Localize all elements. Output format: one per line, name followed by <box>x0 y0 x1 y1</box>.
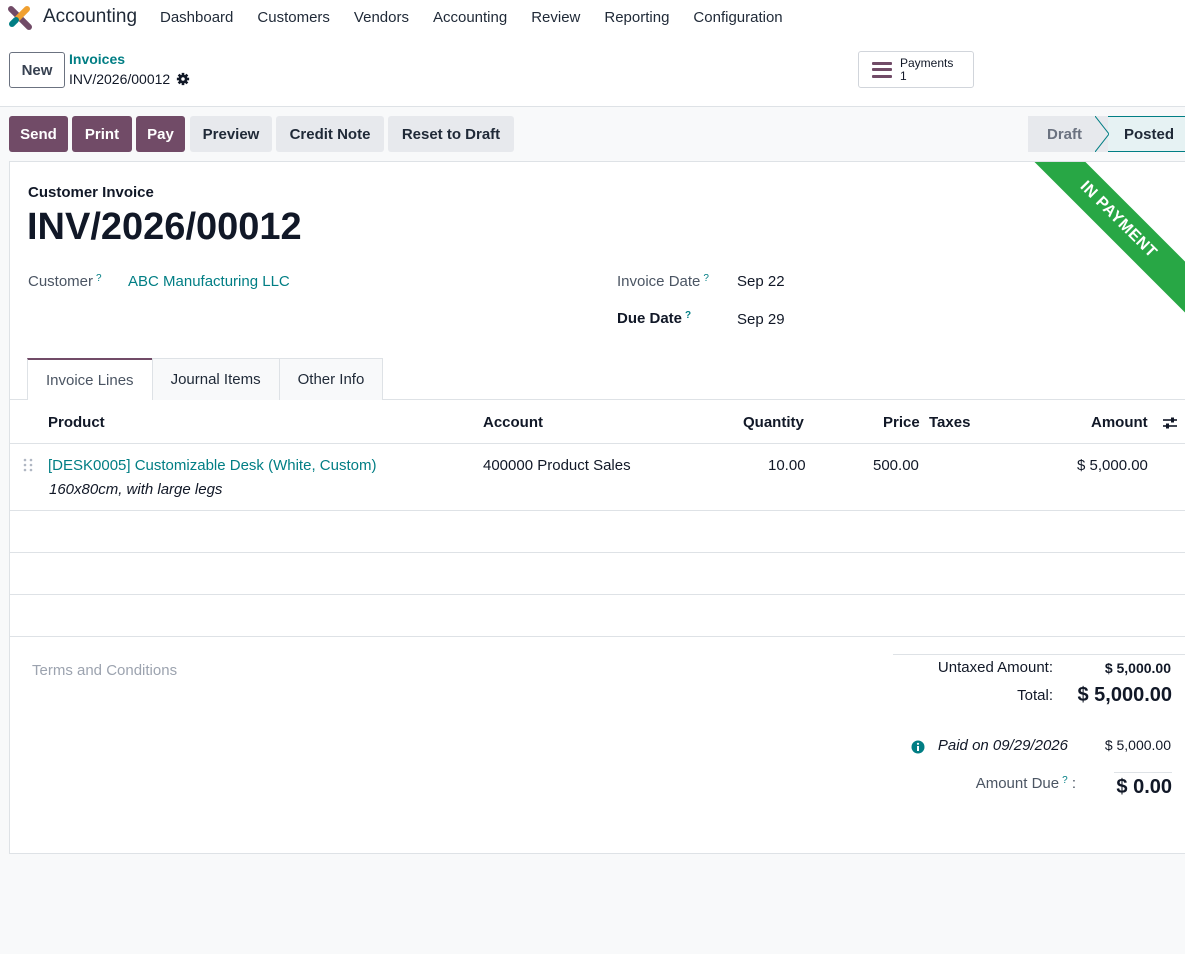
payment-line-value: $ 5,000.00 <box>1104 737 1171 753</box>
column-settings-icon[interactable] <box>1162 415 1178 431</box>
amount-due-label: Amount Due? : <box>975 775 1076 792</box>
due-date-field[interactable]: Sep 29 <box>737 311 785 328</box>
quantity-cell[interactable]: 10.00 <box>768 457 806 474</box>
tab-other-info[interactable]: Other Info <box>278 358 384 400</box>
menu-configuration[interactable]: Configuration <box>681 0 794 36</box>
total-value: $ 5,000.00 <box>1077 684 1172 706</box>
action-bar: Send Print Pay Preview Credit Note Reset… <box>0 107 1185 161</box>
product-cell[interactable]: [DESK0005] Customizable Desk (White, Cus… <box>48 457 376 474</box>
new-button[interactable]: New <box>9 52 65 88</box>
payment-line-label: Paid on 09/29/2026 <box>937 737 1068 754</box>
due-date-label: Due Date? <box>617 310 692 327</box>
column-product[interactable]: Product <box>48 414 105 431</box>
menu-customers[interactable]: Customers <box>245 0 342 36</box>
smart-button-count: 1 <box>900 68 907 83</box>
payments-smart-button[interactable]: Payments 1 <box>858 51 974 88</box>
in-payment-ribbon: IN PAYMENT <box>1013 162 1185 325</box>
send-button[interactable]: Send <box>9 116 68 152</box>
notebook-tabs: Invoice Lines Journal Items Other Info <box>27 358 384 400</box>
pay-button[interactable]: Pay <box>136 116 185 152</box>
column-account[interactable]: Account <box>483 414 543 431</box>
control-panel: New Invoices INV/2026/00012 Payments 1 <box>0 36 1185 107</box>
invoice-number: INV/2026/00012 <box>27 206 302 248</box>
untaxed-amount-label: Untaxed Amount: <box>937 659 1053 676</box>
invoice-date-label: Invoice Date? <box>617 273 709 290</box>
help-icon[interactable]: ? <box>685 310 691 321</box>
preview-button[interactable]: Preview <box>190 116 272 152</box>
drag-handle-icon[interactable] <box>23 458 33 472</box>
menu-vendors[interactable]: Vendors <box>342 0 421 36</box>
tab-journal-items[interactable]: Journal Items <box>151 358 280 400</box>
invoice-date-field[interactable]: Sep 22 <box>737 273 785 290</box>
gear-icon[interactable] <box>176 72 190 86</box>
credit-note-button[interactable]: Credit Note <box>276 116 384 152</box>
status-arrow <box>1095 116 1109 152</box>
description-cell[interactable]: 160x80cm, with large legs <box>49 481 222 498</box>
reset-to-draft-button[interactable]: Reset to Draft <box>388 116 514 152</box>
breadcrumb: INV/2026/00012 <box>69 71 190 87</box>
menu-dashboard[interactable]: Dashboard <box>148 0 245 36</box>
column-price[interactable]: Price <box>883 414 920 431</box>
customer-field[interactable]: ABC Manufacturing LLC <box>128 273 290 290</box>
top-navbar: Accounting Dashboard Customers Vendors A… <box>0 0 1185 36</box>
document-type: Customer Invoice <box>28 184 154 201</box>
status-posted[interactable]: Posted <box>1108 116 1185 152</box>
column-amount[interactable]: Amount <box>1091 414 1148 431</box>
tab-invoice-lines[interactable]: Invoice Lines <box>27 358 153 400</box>
print-button[interactable]: Print <box>72 116 132 152</box>
amount-cell[interactable]: $ 5,000.00 <box>1077 457 1148 474</box>
amount-due-value: $ 0.00 <box>1116 776 1172 798</box>
form-sheet: IN PAYMENT Customer Invoice INV/2026/000… <box>9 161 1185 854</box>
price-cell[interactable]: 500.00 <box>873 457 919 474</box>
accounting-app-icon[interactable] <box>8 6 32 30</box>
menu-review[interactable]: Review <box>519 0 592 36</box>
customer-label: Customer? <box>28 273 102 290</box>
help-icon[interactable]: ? <box>703 273 709 284</box>
breadcrumb-current: INV/2026/00012 <box>69 71 171 87</box>
column-taxes[interactable]: Taxes <box>929 414 970 431</box>
smart-button-label: Payments <box>900 55 954 70</box>
main-menu: Dashboard Customers Vendors Accounting R… <box>148 0 795 36</box>
breadcrumb-invoices[interactable]: Invoices <box>69 51 125 67</box>
total-label: Total: <box>1017 687 1053 704</box>
app-name[interactable]: Accounting <box>43 6 137 28</box>
untaxed-amount-value: $ 5,000.00 <box>1104 660 1171 676</box>
account-cell[interactable]: 400000 Product Sales <box>483 457 631 474</box>
menu-accounting[interactable]: Accounting <box>421 0 519 36</box>
help-icon[interactable]: ? <box>96 273 102 284</box>
column-quantity[interactable]: Quantity <box>743 414 804 431</box>
terms-and-conditions-field[interactable]: Terms and Conditions <box>32 662 177 679</box>
menu-reporting[interactable]: Reporting <box>592 0 681 36</box>
list-icon <box>872 61 892 78</box>
